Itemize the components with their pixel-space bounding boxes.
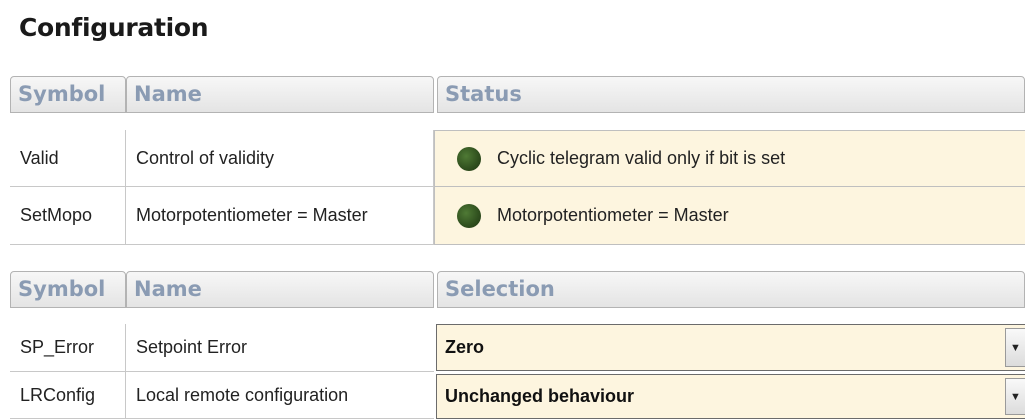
name-cell: Setpoint Error: [126, 324, 434, 372]
status-led-icon: [457, 146, 481, 171]
status-cell: Cyclic telegram valid only if bit is set: [434, 130, 1025, 187]
page-title: Configuration: [19, 13, 209, 42]
status-cell: Motorpotentiometer = Master: [434, 187, 1025, 245]
column-header-name: Name: [126, 271, 434, 308]
column-header-symbol: Symbol: [10, 76, 126, 113]
chevron-down-icon[interactable]: ▼: [1005, 328, 1025, 367]
status-text: Cyclic telegram valid only if bit is set: [497, 148, 786, 168]
symbol-cell: LRConfig: [10, 372, 126, 419]
select-value: Zero: [445, 337, 485, 357]
column-header-selection: Selection: [437, 271, 1025, 308]
column-header-symbol: Symbol: [10, 271, 126, 308]
name-cell: Motorpotentiometer = Master: [126, 187, 434, 245]
column-header-status: Status: [437, 76, 1025, 113]
column-header-name: Name: [126, 76, 434, 113]
symbol-cell: Valid: [10, 130, 126, 187]
name-cell: Local remote configuration: [126, 372, 434, 419]
symbol-cell: SP_Error: [10, 324, 126, 372]
name-cell: Control of validity: [126, 130, 434, 187]
status-led-icon: [457, 203, 481, 228]
setpoint-error-select[interactable]: Zero ▼: [436, 324, 1025, 371]
local-remote-config-select[interactable]: Unchanged behaviour ▼: [436, 374, 1025, 419]
symbol-cell: SetMopo: [10, 187, 126, 245]
select-value: Unchanged behaviour: [445, 386, 635, 406]
status-text: Motorpotentiometer = Master: [497, 205, 729, 225]
chevron-down-icon[interactable]: ▼: [1005, 378, 1025, 415]
